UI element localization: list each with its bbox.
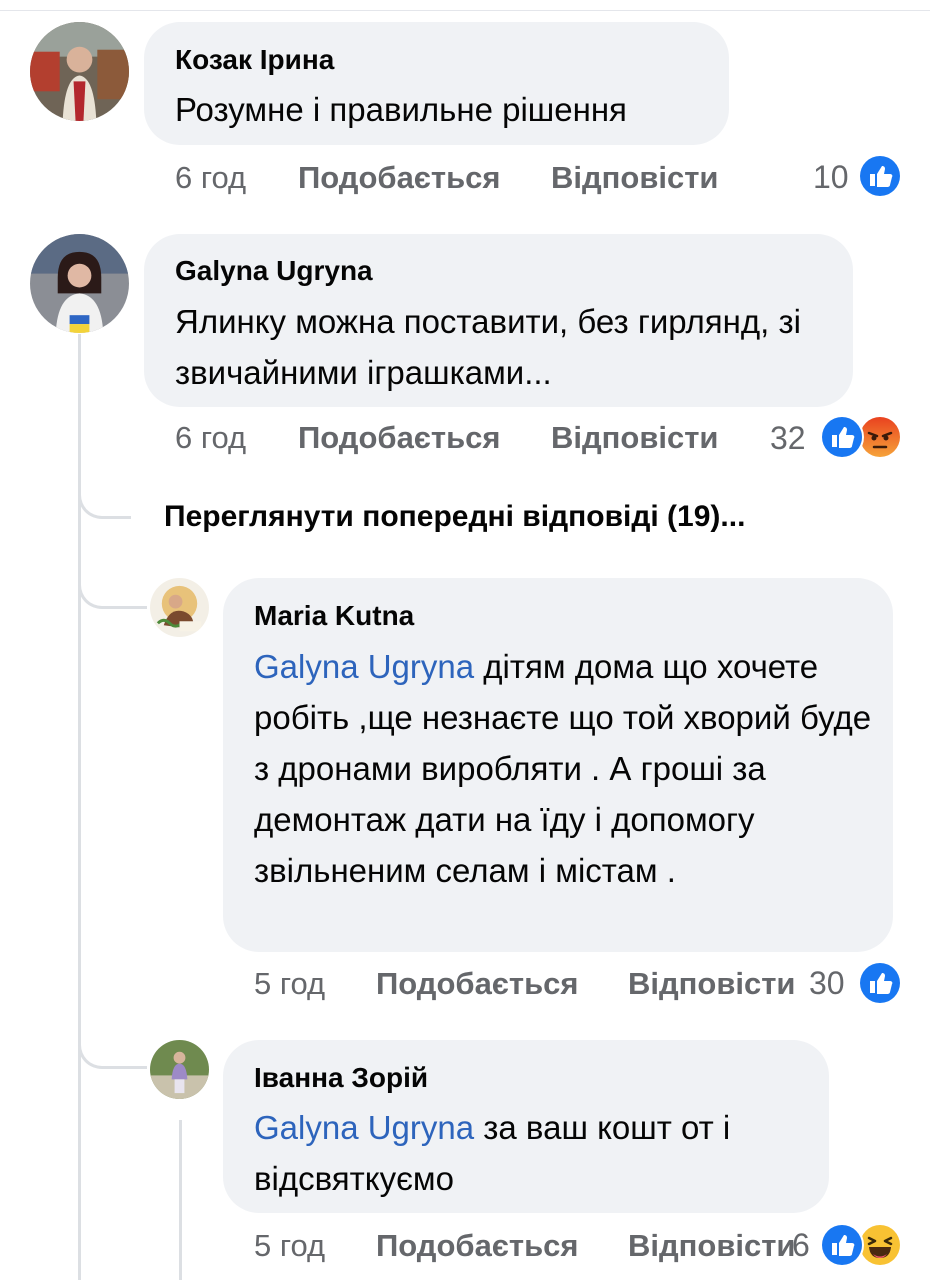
avatar[interactable] — [30, 22, 129, 121]
reaction-count[interactable]: 32 — [770, 420, 806, 457]
thread-branch-reply-1 — [78, 560, 147, 609]
like-button[interactable]: Подобається — [376, 966, 579, 1002]
comment-time[interactable]: 6 год — [175, 420, 246, 456]
thread-branch-view-previous — [78, 470, 131, 519]
reply-author[interactable]: Maria Kutna — [254, 600, 414, 632]
reply-button[interactable]: Відповісти — [551, 420, 719, 456]
avatar-photo-icon — [30, 234, 129, 333]
like-icon[interactable] — [820, 1223, 864, 1267]
reply-time[interactable]: 5 год — [254, 1228, 325, 1264]
like-icon[interactable] — [820, 415, 864, 459]
top-divider — [0, 0, 930, 11]
reply-button[interactable]: Відповісти — [551, 160, 719, 196]
reply-time[interactable]: 5 год — [254, 966, 325, 1002]
mention-link[interactable]: Galyna Ugryna — [254, 648, 474, 685]
like-button[interactable]: Подобається — [298, 160, 501, 196]
avatar[interactable] — [150, 578, 209, 637]
reply-text: Galyna Ugryna дітям дома що хочете робіт… — [254, 641, 874, 896]
reaction-count[interactable]: 30 — [809, 965, 845, 1002]
haha-icon[interactable] — [858, 1223, 902, 1267]
avatar-photo-icon — [150, 578, 209, 637]
avatar[interactable] — [150, 1040, 209, 1099]
reply-text: Galyna Ugryna за ваш кошт от і відсвятку… — [254, 1102, 814, 1204]
comment-text: Ялинку можна поставити, без гирлянд, зі … — [175, 303, 801, 391]
reply-button[interactable]: Відповісти — [628, 1228, 796, 1264]
comment-author[interactable]: Galyna Ugryna — [175, 255, 373, 287]
comment-author[interactable]: Козак Ірина — [175, 44, 334, 76]
avatar[interactable] — [30, 234, 129, 333]
angry-icon[interactable] — [858, 415, 902, 459]
reaction-count[interactable]: 10 — [813, 159, 849, 196]
mention-link[interactable]: Galyna Ugryna — [254, 1109, 474, 1146]
like-button[interactable]: Подобається — [298, 420, 501, 456]
thread-branch-reply-2 — [78, 1020, 147, 1069]
comment-time[interactable]: 6 год — [175, 160, 246, 196]
thread-line-reply-2 — [179, 1120, 182, 1280]
reaction-count[interactable]: 6 — [792, 1227, 810, 1264]
reply-author[interactable]: Іванна Зорій — [254, 1062, 428, 1094]
like-button[interactable]: Подобається — [376, 1228, 579, 1264]
view-previous-replies-link[interactable]: Переглянути попередні відповіді (19)... — [164, 500, 745, 534]
comment-text: Розумне і правильне рішення — [175, 91, 627, 128]
reply-button[interactable]: Відповісти — [628, 966, 796, 1002]
avatar-photo-icon — [30, 22, 129, 121]
like-icon[interactable] — [858, 154, 902, 198]
like-icon[interactable] — [858, 961, 902, 1005]
avatar-photo-icon — [150, 1040, 209, 1099]
